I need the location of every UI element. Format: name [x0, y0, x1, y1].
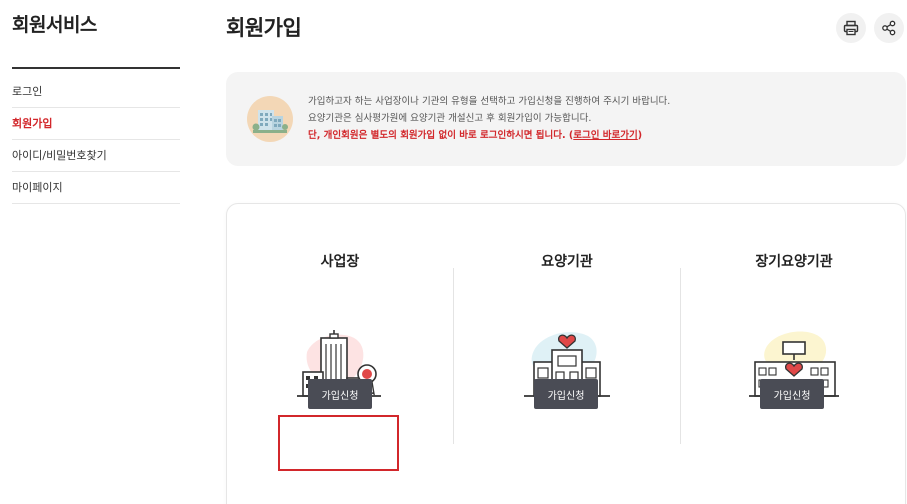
sidebar-item-signup[interactable]: 회원가입 — [12, 108, 180, 140]
share-button[interactable] — [874, 13, 904, 43]
notice-warning-text: 단, 개인회원은 별도의 회원가입 없이 바로 로그인하시면 됩니다. ( — [308, 130, 574, 141]
card-title-care-institution: 요양기관 — [541, 254, 593, 270]
highlight-box — [278, 415, 399, 471]
printer-icon — [843, 20, 859, 36]
sidebar-title: 회원서비스 — [12, 14, 97, 36]
notice-text: 가입하고자 하는 사업장이나 기관의 유형을 선택하고 가입신청을 진행하여 주… — [308, 93, 670, 144]
apply-button-care-institution[interactable]: 가입신청 — [534, 379, 598, 409]
sidebar-menu: 로그인 회원가입 아이디/비밀번호찾기 마이페이지 — [12, 76, 180, 204]
notice-line-2: 요양기관은 심사평가원에 요양기관 개설신고 후 회원가입이 가능합니다. — [308, 113, 592, 124]
apply-button-long-term-care[interactable]: 가입신청 — [760, 379, 824, 409]
sidebar-divider — [12, 67, 180, 69]
notice-line-1: 가입하고자 하는 사업장이나 기관의 유형을 선택하고 가입신청을 진행하여 주… — [308, 96, 671, 107]
login-shortcut-link[interactable]: 로그인 바로가기 — [573, 130, 638, 141]
notice-box: 가입하고자 하는 사업장이나 기관의 유형을 선택하고 가입신청을 진행하여 주… — [226, 72, 906, 166]
notice-line-3: 단, 개인회원은 별도의 회원가입 없이 바로 로그인하시면 됩니다. (로그인… — [308, 127, 670, 144]
sidebar-item-login[interactable]: 로그인 — [12, 76, 180, 108]
notice-warning-suffix: ) — [637, 130, 643, 141]
share-icon — [882, 20, 896, 36]
apply-button-business[interactable]: 가입신청 — [308, 379, 372, 409]
card-title-long-term-care: 장기요양기관 — [755, 254, 833, 270]
page-title: 회원가입 — [226, 16, 302, 40]
sidebar-item-find-account[interactable]: 아이디/비밀번호찾기 — [12, 140, 180, 172]
sidebar-item-mypage[interactable]: 마이페이지 — [12, 172, 180, 204]
building-icon — [247, 96, 293, 142]
print-button[interactable] — [836, 13, 866, 43]
card-title-business: 사업장 — [320, 254, 360, 270]
